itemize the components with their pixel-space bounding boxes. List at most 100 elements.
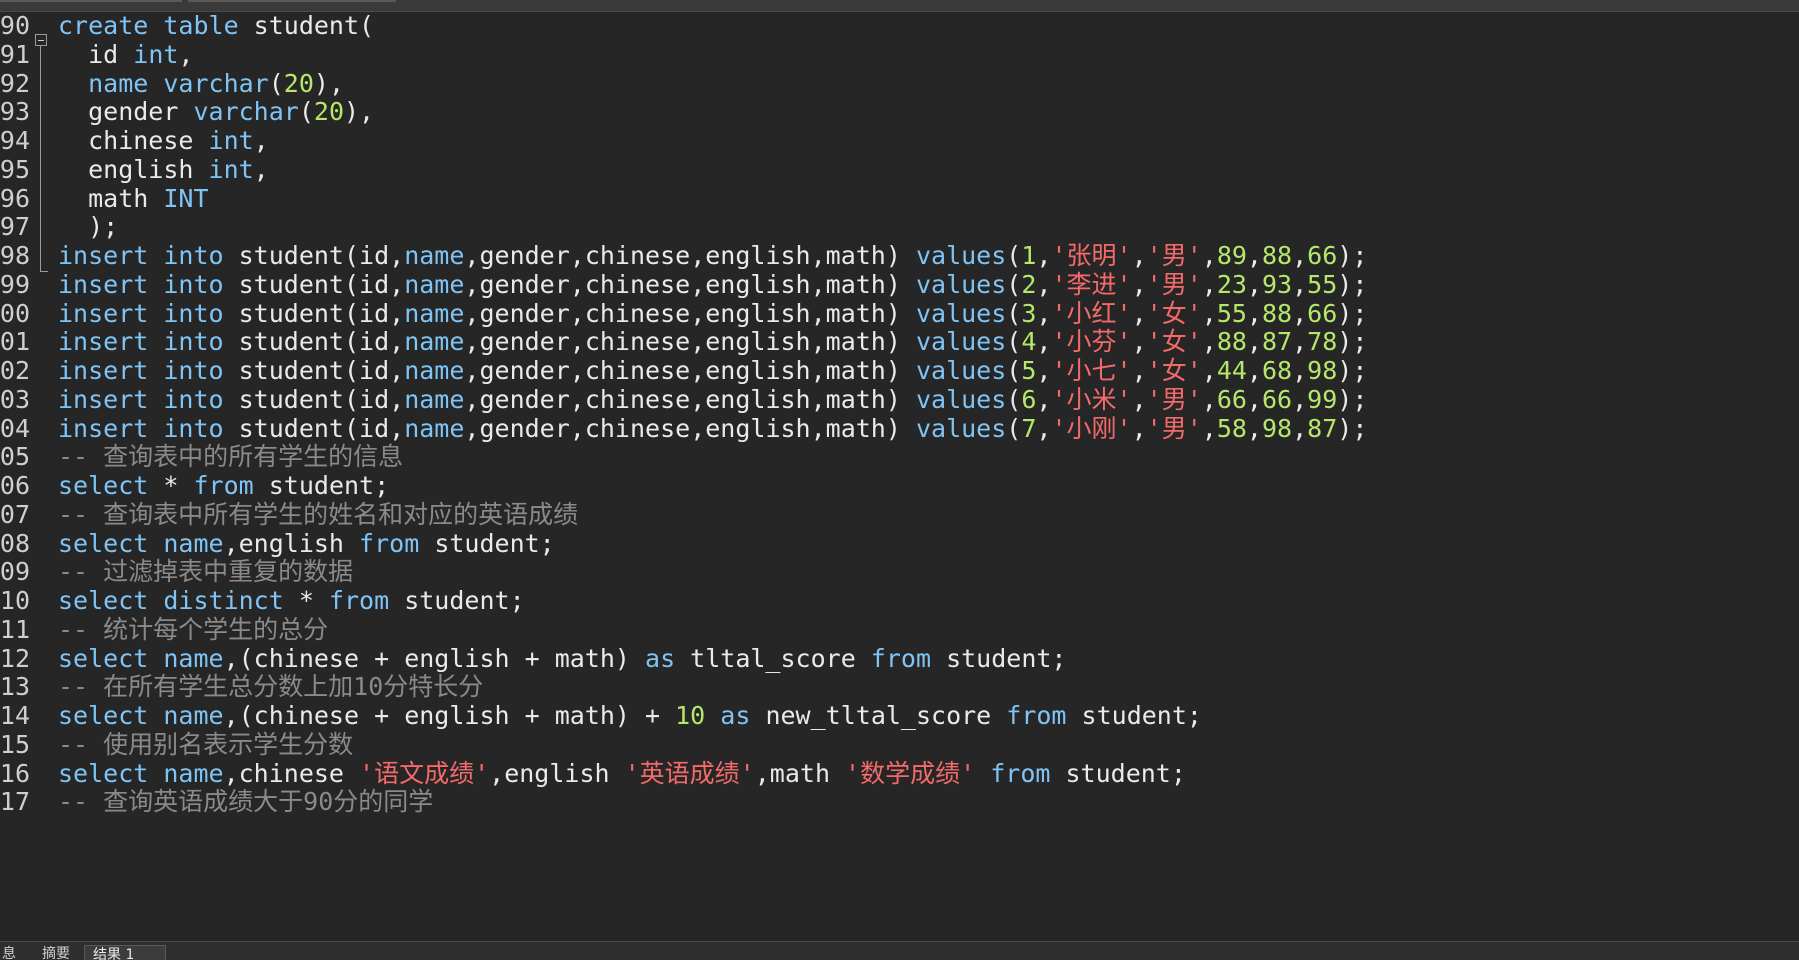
number-token: 66 [1307, 241, 1338, 270]
number-token: 4 [1021, 327, 1037, 357]
sql-editor-window: 90 create table student(91 id int, 92 name… [0, 0, 1799, 960]
code-text: -- 查询英语成绩大于90分的同学 [58, 785, 433, 818]
text-token: , [253, 154, 269, 184]
text-token: ( [1006, 413, 1022, 443]
top-tab-1[interactable] [0, 0, 182, 2]
number-token: 89 [1216, 241, 1247, 270]
number-token: 20 [313, 97, 344, 127]
number-token: 55 [1307, 269, 1338, 299]
keyword-token: select [58, 471, 149, 500]
text-token: ,gender,chinese,english,math) [464, 241, 916, 270]
string-token: '男' [1146, 241, 1202, 270]
keyword-token: insert into [58, 413, 224, 443]
text-token: student(id, [223, 384, 405, 414]
keyword-token: values [915, 298, 1007, 328]
line-number-text: 106 [0, 471, 30, 500]
number-token: 58 [1216, 413, 1247, 443]
string-token: '李进' [1051, 269, 1132, 299]
line-number-text: 98 [0, 241, 30, 270]
line-number-text: 100 [0, 298, 30, 328]
text-token: , [1201, 327, 1217, 357]
string-token: '女' [1146, 327, 1202, 357]
keyword-token: select name [58, 643, 224, 673]
string-token: '女' [1146, 298, 1202, 328]
text-token: , [1036, 384, 1052, 414]
keyword-token: from [193, 471, 254, 500]
text-token: , [1201, 384, 1217, 414]
number-token: 44 [1216, 356, 1247, 385]
text-token: ,english [489, 758, 625, 788]
number-token: 2 [1021, 269, 1037, 299]
number-token: 88 [1261, 298, 1293, 328]
text-token: ); [1337, 356, 1368, 385]
top-tab-2[interactable] [188, 0, 396, 2]
keyword-token: varchar [193, 97, 299, 127]
text-token: ( [1006, 384, 1022, 414]
comment-token: -- 查询表中的所有学生的信息 [58, 442, 404, 472]
number-token: 66 [1216, 384, 1247, 414]
text-token: tltal_score [675, 643, 871, 673]
bottom-tab-3[interactable]: 结果 1 [84, 945, 166, 960]
keyword-token: int [133, 39, 179, 69]
line-number-text: 94 [0, 126, 30, 155]
keyword-token: int [208, 154, 254, 184]
keyword-token: values [915, 241, 1007, 270]
line-number-text: 103 [0, 384, 30, 414]
text-token: , [1246, 269, 1262, 299]
string-token: '小米' [1051, 384, 1132, 414]
number-token: 20 [283, 68, 314, 98]
line-number-text: 97 [0, 212, 30, 242]
bottom-tab-1[interactable]: 息 [0, 945, 24, 960]
bottom-tab-2[interactable]: 摘要 [34, 945, 80, 960]
text-token: ( [268, 68, 284, 98]
text-token: , [1201, 356, 1217, 385]
keyword-token: name [404, 384, 465, 414]
keyword-token: select name [58, 701, 224, 730]
text-token: , [1131, 241, 1147, 270]
comment-token: -- 查询英语成绩大于90分的同学 [58, 787, 434, 817]
string-token: '张明' [1051, 241, 1132, 270]
text-token: ); [58, 212, 119, 242]
text-token: ,gender,chinese,english,math) [464, 298, 916, 328]
top-tab-strip [0, 0, 1799, 12]
number-token: 93 [1261, 269, 1293, 299]
code-editor[interactable]: 90 create table student(91 id int, 92 name… [0, 13, 1799, 941]
line-number-text: 91 [0, 39, 30, 69]
keyword-token: from [359, 528, 420, 558]
text-token: , [1246, 413, 1262, 443]
keyword-token: select distinct [58, 586, 284, 615]
text-token: ,math [754, 758, 846, 788]
string-token: '小红' [1051, 298, 1132, 328]
text-token: ), [344, 97, 375, 127]
text-token: , [1246, 327, 1262, 357]
string-token: '男' [1146, 413, 1202, 443]
text-token: , [1246, 356, 1262, 385]
text-token: , [1036, 241, 1052, 270]
text-token: ,gender,chinese,english,math) [464, 269, 916, 299]
keyword-token: name varchar [88, 68, 269, 98]
text-token: , [1292, 241, 1308, 270]
number-token: 10 [675, 701, 706, 730]
line-number-text: 115 [0, 729, 30, 759]
text-token: , [1036, 413, 1052, 443]
comment-token: -- 在所有学生总分数上加10分特长分 [58, 672, 484, 702]
text-token: , [1036, 356, 1052, 385]
text-token: , [1292, 298, 1308, 328]
number-token: 3 [1021, 298, 1037, 328]
keyword-token: name [404, 241, 465, 270]
number-token: 7 [1021, 413, 1037, 443]
text-token: student(id, [223, 413, 405, 443]
number-token: 88 [1261, 241, 1293, 270]
text-token: ); [1337, 327, 1368, 357]
bottom-tab-bar: 息摘要 结果 1 [0, 941, 1799, 960]
text-token: , [1292, 384, 1308, 414]
text-token: , [1131, 327, 1147, 357]
text-token: , [1246, 241, 1262, 270]
keyword-token: INT [163, 183, 209, 213]
code-line[interactable]: 117 -- 查询英语成绩大于90分的同学 [0, 785, 1799, 818]
text-token: ,chinese [223, 758, 360, 788]
keyword-token: from [328, 586, 390, 615]
line-number-text: 102 [0, 356, 30, 385]
